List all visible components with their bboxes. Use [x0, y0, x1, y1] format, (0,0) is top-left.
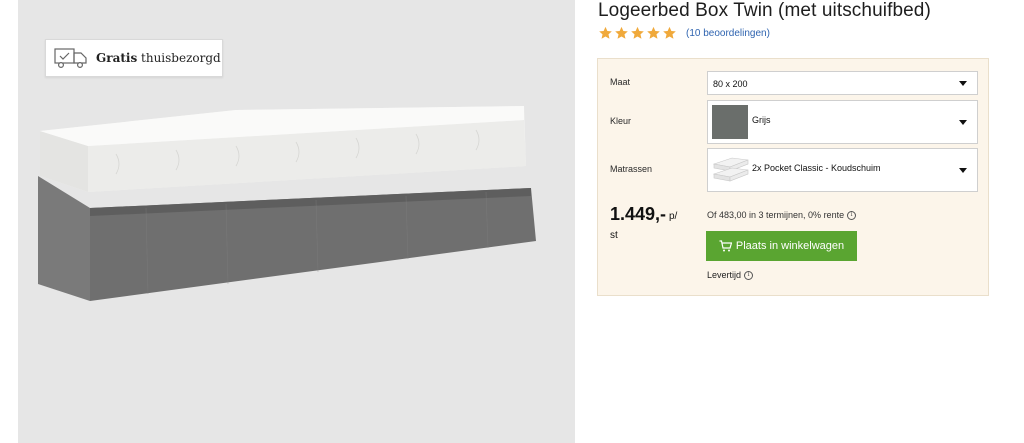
info-icon[interactable]: i	[847, 210, 857, 220]
delivery-truck-icon	[54, 48, 87, 69]
color-value: Grijs	[752, 115, 771, 125]
badge-text: Gratis thuisbezorgd	[96, 51, 221, 65]
add-to-cart-button[interactable]: Plaats in winkelwagen	[706, 231, 857, 261]
price-amount: 1.449,-	[610, 204, 667, 224]
bed-image	[38, 106, 536, 301]
star-icon	[631, 26, 644, 39]
color-select[interactable]: Grijs	[707, 100, 978, 144]
size-value: 80 x 200	[713, 79, 748, 89]
delivery-time-label: Levertijd	[707, 270, 742, 280]
product-title: Logeerbed Box Twin (met uitschuifbed)	[598, 0, 931, 21]
price-unit: p/	[669, 211, 678, 222]
chevron-down-icon	[959, 168, 967, 173]
color-swatch	[712, 105, 748, 139]
mattress-select[interactable]: 2x Pocket Classic - Koudschuim	[707, 148, 978, 192]
installments-info: Of 483,00 in 3 termijnen, 0% rente i	[707, 210, 857, 220]
color-label: Kleur	[610, 116, 632, 126]
rating-row: (10 beoordelingen)	[598, 26, 770, 40]
star-icon	[599, 26, 612, 39]
price-unit-suffix: st	[610, 230, 618, 241]
rating-stars	[598, 26, 678, 40]
product-options-panel: Maat 80 x 200 Kleur Grijs Matrassen 2x P…	[597, 58, 989, 296]
chevron-down-icon	[959, 81, 967, 86]
shopping-cart-icon	[719, 240, 732, 252]
size-label: Maat	[610, 77, 631, 87]
star-icon	[647, 26, 660, 39]
mattress-value: 2x Pocket Classic - Koudschuim	[752, 163, 881, 173]
chevron-down-icon	[959, 120, 967, 125]
size-select[interactable]: 80 x 200	[707, 71, 978, 95]
star-icon	[615, 26, 628, 39]
mattress-label: Matrassen	[610, 164, 653, 174]
installments-text: Of 483,00 in 3 termijnen, 0% rente	[707, 210, 845, 220]
reviews-link[interactable]: (10 beoordelingen)	[686, 28, 770, 39]
info-icon[interactable]: i	[744, 270, 754, 280]
product-image-panel: Gratis thuisbezorgd	[18, 0, 575, 443]
mattress-thumbnail	[712, 157, 749, 182]
star-icon	[663, 26, 676, 39]
add-to-cart-label: Plaats in winkelwagen	[735, 240, 845, 252]
delivery-time: Levertijd i	[707, 270, 754, 280]
free-delivery-badge: Gratis thuisbezorgd	[45, 39, 223, 77]
